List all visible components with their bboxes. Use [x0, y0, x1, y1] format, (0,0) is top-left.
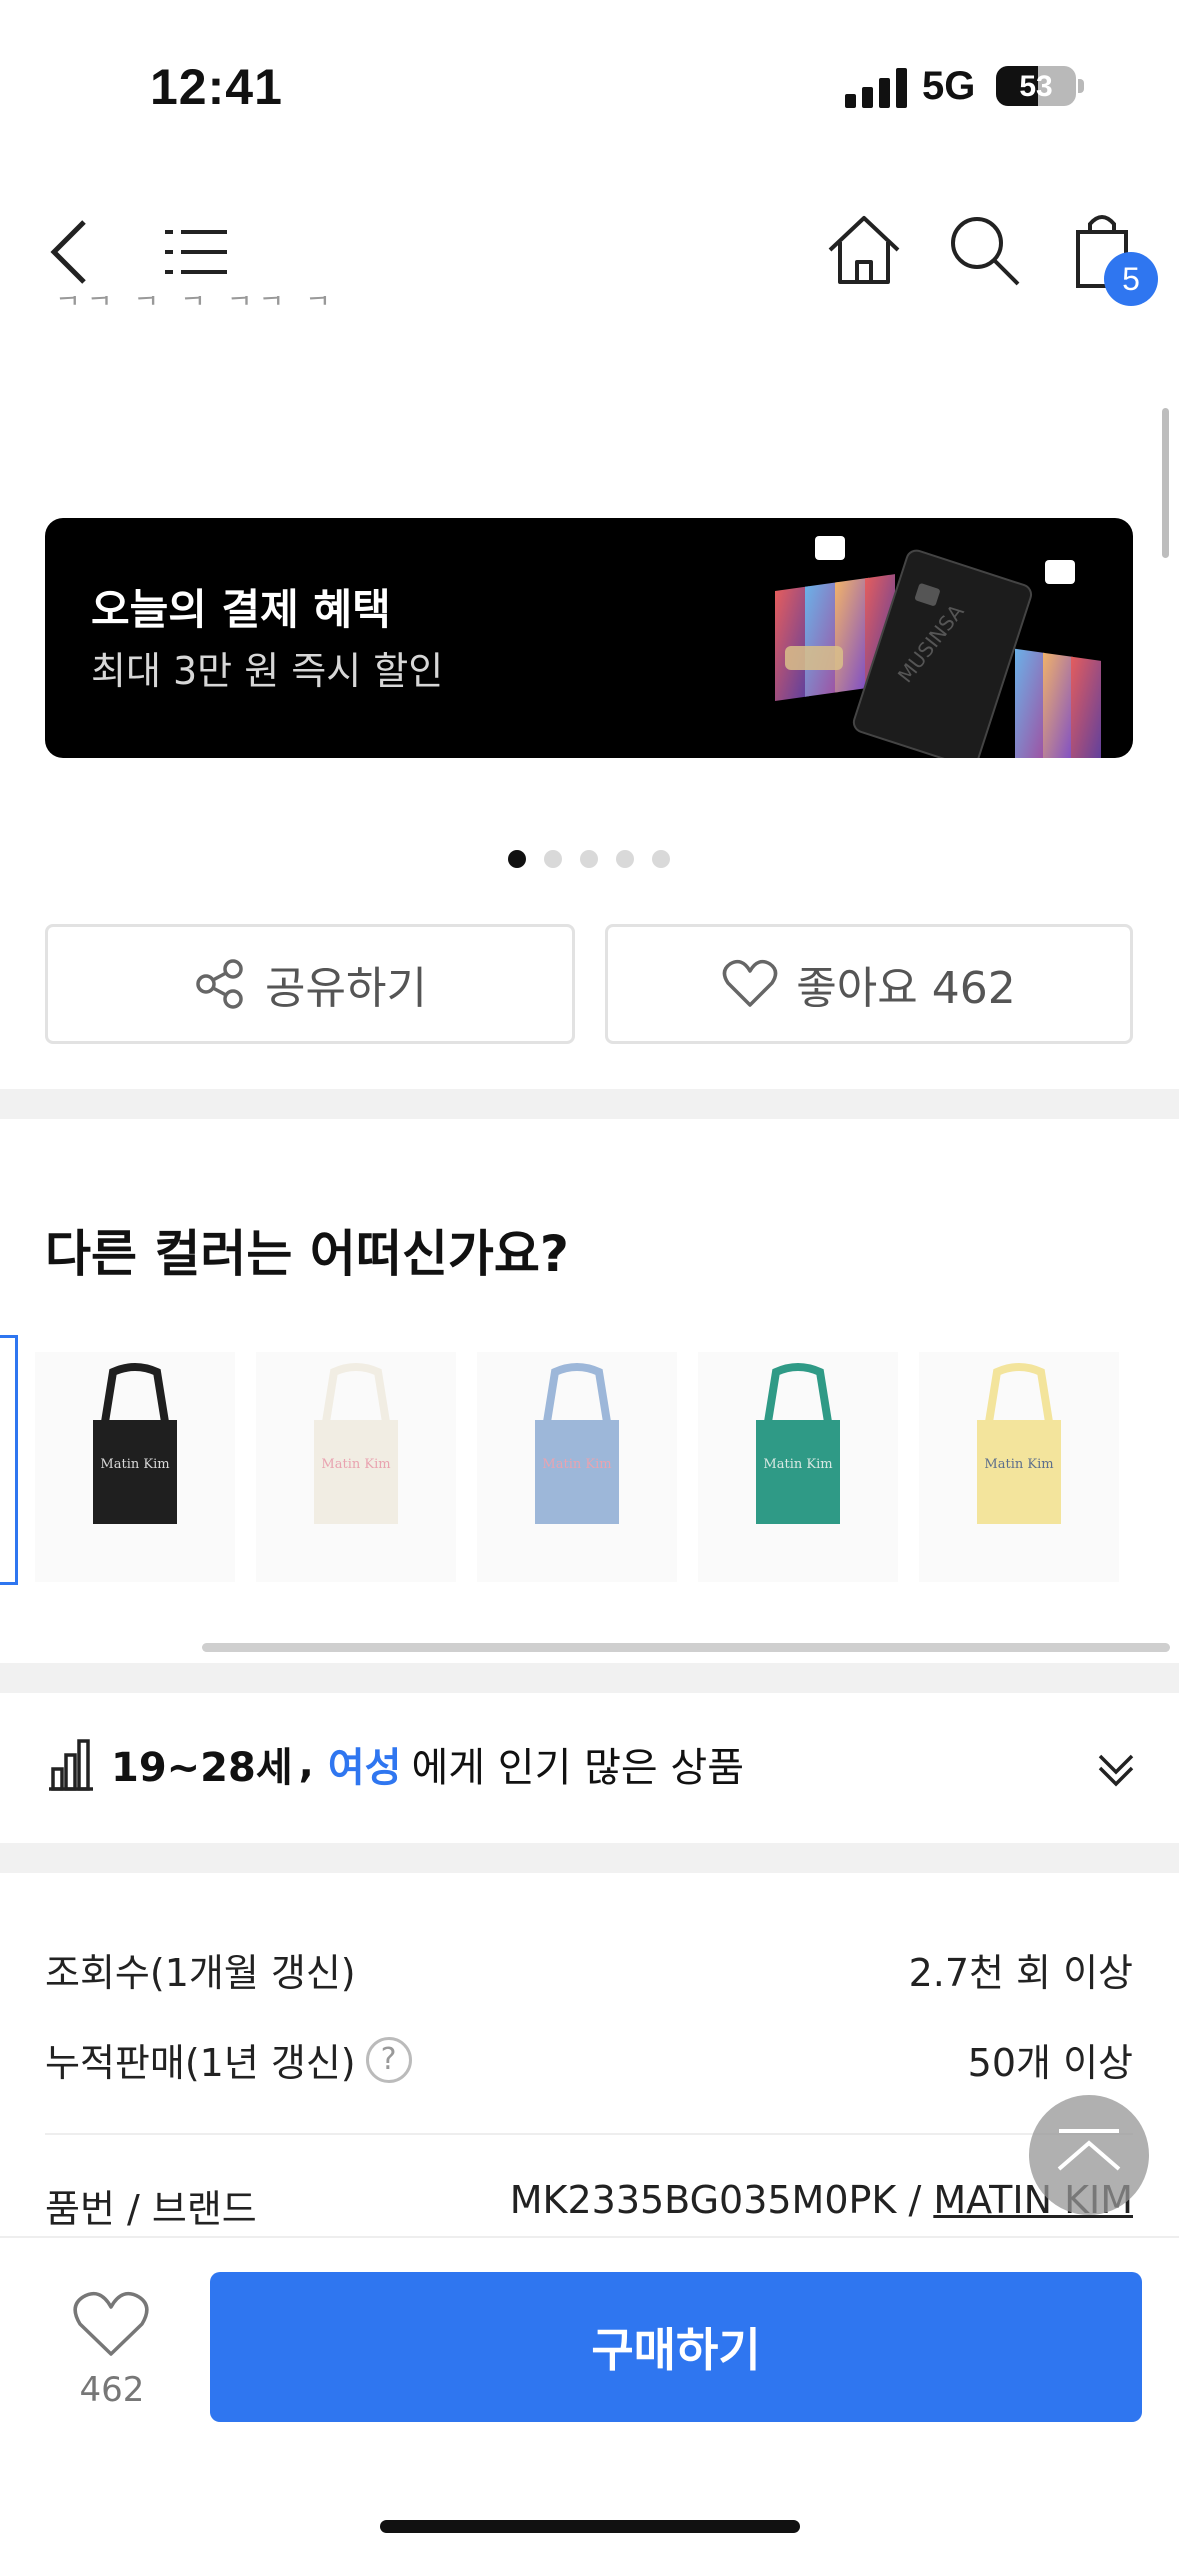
- page-dot[interactable]: [544, 850, 562, 868]
- battery-tip: [1078, 79, 1084, 93]
- like-label: 좋아요 462: [796, 963, 1016, 1014]
- section-divider: [0, 1843, 1179, 1873]
- tote-bag-image: Matin Kim: [314, 1363, 398, 1524]
- network-type: 5G: [922, 64, 976, 108]
- page-dot[interactable]: [616, 850, 634, 868]
- section-divider: [0, 1663, 1179, 1693]
- home-icon[interactable]: [824, 210, 904, 290]
- banner-title: 오늘의 결제 혜택: [91, 585, 391, 634]
- clipped-text: ㅋㅋ ㅋ ㅋ ㅋㅋ ㅋ: [55, 296, 337, 315]
- tote-label: Matin Kim: [100, 1457, 169, 1472]
- color-swatch[interactable]: Matin Kim: [919, 1352, 1119, 1582]
- sales-value: 50개 이상: [967, 2041, 1133, 2085]
- gender: 여성: [327, 1745, 402, 1791]
- sales-row: 누적판매(1년 갱신) ? 50개 이상: [45, 2032, 1133, 2087]
- info-divider: [45, 2133, 1133, 2135]
- favorite-heart-icon[interactable]: [72, 2290, 150, 2360]
- color-swatch[interactable]: Matin Kim: [698, 1352, 898, 1582]
- cart-count-badge: 5: [1104, 252, 1158, 306]
- share-icon: [196, 959, 243, 1009]
- battery-level: 53: [1019, 70, 1053, 103]
- views-row: 조회수(1개월 갱신) 2.7천 회 이상: [45, 1942, 1133, 1997]
- status-time: 12:41: [150, 59, 283, 115]
- views-value: 2.7천 회 이상: [908, 1951, 1133, 1995]
- expand-icon[interactable]: [1092, 1744, 1140, 1792]
- like-button[interactable]: 좋아요 462: [605, 924, 1133, 1044]
- tote-bag-image: Matin Kim: [977, 1363, 1061, 1524]
- sku-brand-row: 품번 / 브랜드 MK2335BG035M0PK / MATIN KIM: [45, 2178, 1133, 2233]
- back-icon[interactable]: [32, 212, 112, 292]
- sku-label: 품번 / 브랜드: [45, 2187, 257, 2231]
- popular-demographic-row[interactable]: 19~28세 , 여성 에게 인기 많은 상품: [45, 1735, 744, 1793]
- share-label: 공유하기: [265, 963, 427, 1014]
- horizontal-scrollbar[interactable]: [202, 1643, 1170, 1652]
- payment-benefit-banner[interactable]: 오늘의 결제 혜택 최대 3만 원 즉시 할인 MUSINSA: [45, 518, 1133, 758]
- chevron-up-icon: [1057, 2129, 1121, 2171]
- banner-subtitle: 최대 3만 원 즉시 할인: [91, 649, 444, 693]
- help-icon[interactable]: ?: [365, 2036, 412, 2083]
- popular-suffix: 에게 인기 많은 상품: [411, 1745, 745, 1791]
- battery-icon: 53: [996, 66, 1076, 106]
- age-range: 19~28세: [111, 1745, 293, 1791]
- bar-chart-icon: [49, 1739, 93, 1791]
- scroll-to-top-button[interactable]: [1029, 2095, 1149, 2215]
- home-indicator: [380, 2520, 800, 2533]
- menu-icon[interactable]: [155, 212, 235, 292]
- cellular-signal-icon: [845, 68, 907, 108]
- tote-label: Matin Kim: [984, 1457, 1053, 1472]
- share-button[interactable]: 공유하기: [45, 924, 575, 1044]
- tote-bag-image: Matin Kim: [535, 1363, 619, 1524]
- other-colors-title: 다른 컬러는 어떠신가요?: [45, 1225, 569, 1283]
- page-dot[interactable]: [652, 850, 670, 868]
- buy-button[interactable]: 구매하기: [210, 2272, 1142, 2422]
- section-divider: [0, 1089, 1179, 1119]
- tote-bag-image: Matin Kim: [93, 1363, 177, 1524]
- heart-icon: [723, 959, 778, 1007]
- views-label: 조회수(1개월 갱신): [45, 1951, 356, 1995]
- tote-label: Matin Kim: [763, 1457, 832, 1472]
- favorite-count: 462: [79, 2370, 145, 2410]
- card-illustration: MUSINSA: [775, 536, 1101, 758]
- selected-swatch-edge: [0, 1335, 18, 1585]
- sku-value: MK2335BG035M0PK: [509, 2178, 897, 2222]
- tote-bag-image: Matin Kim: [756, 1363, 840, 1524]
- color-swatch[interactable]: Matin Kim: [256, 1352, 456, 1582]
- tote-label: Matin Kim: [542, 1457, 611, 1472]
- sales-label: 누적판매(1년 갱신): [45, 2041, 356, 2085]
- color-swatch[interactable]: Matin Kim: [477, 1352, 677, 1582]
- sku-separator: /: [896, 2178, 934, 2222]
- tote-label: Matin Kim: [321, 1457, 390, 1472]
- search-icon[interactable]: [944, 210, 1024, 290]
- page-dot[interactable]: [580, 850, 598, 868]
- vertical-scroll-indicator: [1162, 408, 1169, 558]
- comma: ,: [298, 1741, 314, 1787]
- color-swatch[interactable]: Matin Kim: [35, 1352, 235, 1582]
- page-dot[interactable]: [508, 850, 526, 868]
